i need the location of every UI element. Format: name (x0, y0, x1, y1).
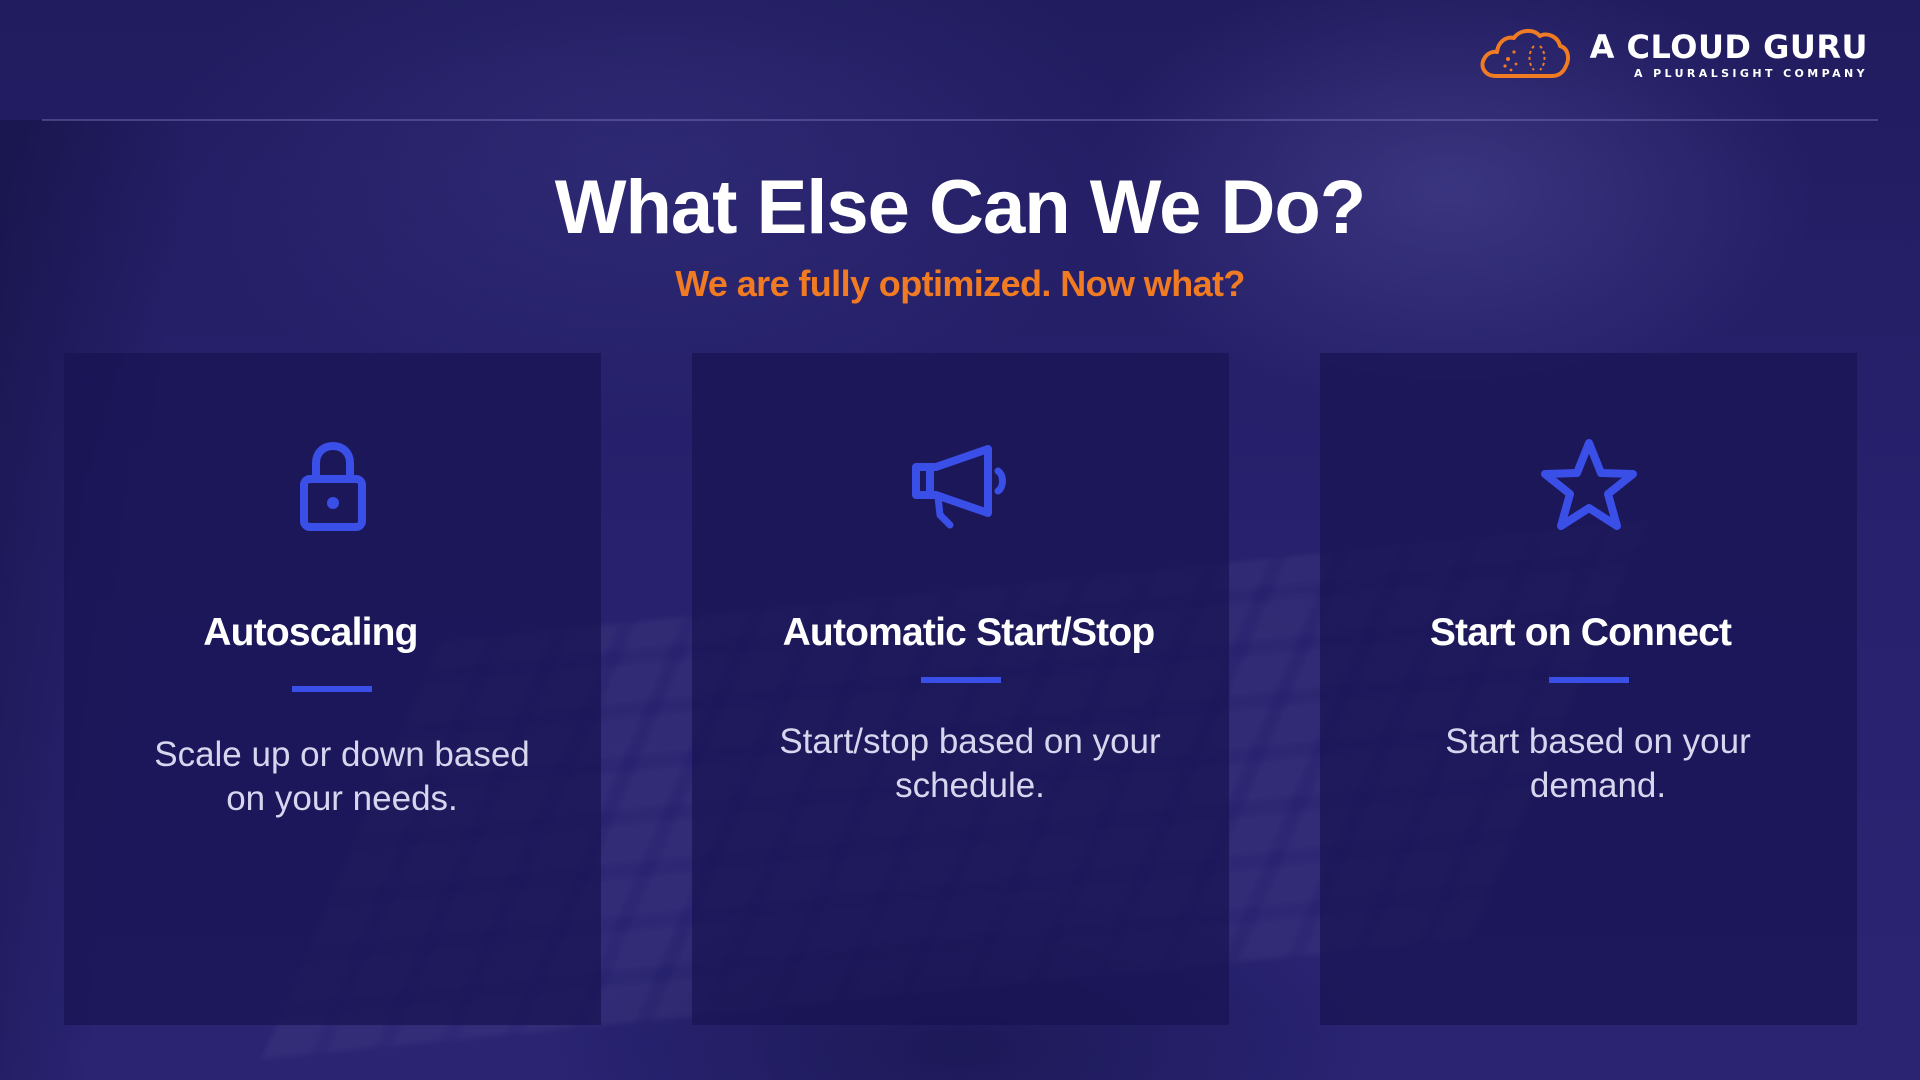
card-underline (292, 686, 372, 692)
brand-name: A CLOUD GURU (1589, 27, 1868, 66)
brand-tagline: A PLURALSIGHT COMPANY (1633, 66, 1868, 80)
lock-icon (299, 441, 366, 531)
feature-card-automatic-start-stop: Automatic Start/Stop Start/stop based on… (692, 353, 1229, 1025)
star-icon (1540, 439, 1637, 530)
card-description: Start/stop based on your schedule. (779, 722, 1161, 805)
megaphone-icon (911, 445, 1006, 529)
card-description: Scale up or down based on your needs. (154, 735, 530, 818)
card-underline (1549, 677, 1629, 683)
header-divider (42, 119, 1878, 121)
card-title: Automatic Start/Stop (782, 611, 1156, 654)
page-title: What Else Can We Do? (554, 165, 1366, 250)
cloud-logo-icon (1480, 29, 1570, 78)
feature-card-start-on-connect: Start on Connect Start based on your dem… (1320, 353, 1857, 1025)
feature-card-autoscaling: Autoscaling Scale up or down based on yo… (64, 353, 601, 1025)
brand-logo: A CLOUD GURU A PLURALSIGHT COMPANY (1478, 26, 1868, 82)
card-description: Start based on your demand. (1445, 722, 1751, 805)
page-subtitle: We are fully optimized. Now what? (675, 263, 1245, 304)
card-title: Start on Connect (1429, 611, 1732, 654)
card-underline (921, 677, 1001, 683)
card-title: Autoscaling (203, 611, 418, 654)
